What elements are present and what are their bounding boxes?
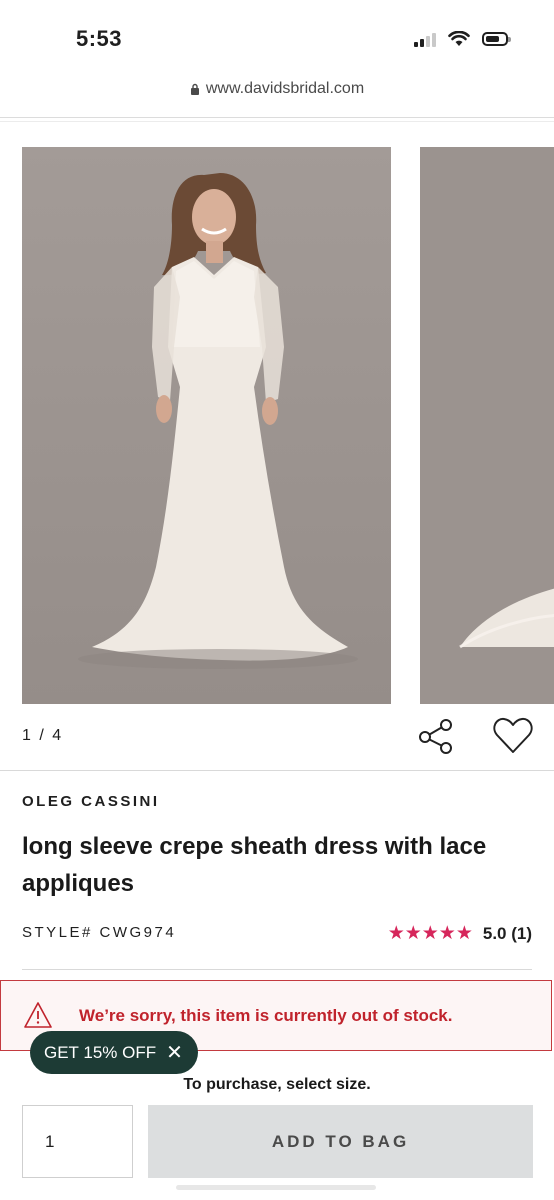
promo-label: GET 15% OFF xyxy=(44,1042,157,1062)
signal-icon xyxy=(414,31,436,47)
address-bar[interactable]: www.davidsbridal.com xyxy=(0,80,554,110)
star-rating-icons: ★★★★★ xyxy=(387,923,473,944)
promo-pill[interactable]: GET 15% OFF ✕ xyxy=(30,1031,198,1074)
info-divider xyxy=(22,969,532,970)
close-icon[interactable]: ✕ xyxy=(166,1043,183,1063)
product-image-main[interactable] xyxy=(22,147,391,704)
header-divider xyxy=(0,117,554,118)
status-bar: 5:53 xyxy=(0,0,554,76)
product-gallery[interactable] xyxy=(22,147,554,705)
lock-icon xyxy=(190,83,199,95)
section-divider xyxy=(0,770,554,771)
brand-name[interactable]: OLEG CASSINI xyxy=(22,793,160,810)
dress-detail-photo xyxy=(420,147,554,704)
add-to-bag-button[interactable]: ADD TO BAG xyxy=(148,1105,533,1178)
battery-icon xyxy=(482,32,511,46)
share-button[interactable] xyxy=(416,716,456,756)
share-icon xyxy=(419,719,452,754)
purchase-instruction: To purchase, select size. xyxy=(183,1076,371,1093)
rating-value: 5.0 (1) xyxy=(482,923,532,943)
gallery-pager: 1 / 4 xyxy=(22,727,64,744)
heart-icon xyxy=(493,717,533,753)
url-text: www.davidsbridal.com xyxy=(205,80,365,97)
wifi-icon xyxy=(448,31,470,46)
product-image-next[interactable] xyxy=(420,147,554,704)
product-title: long sleeve crepe sheath dress with lace… xyxy=(22,833,487,897)
style-number: STYLE# CWG974 xyxy=(22,924,177,941)
quantity-input[interactable]: 1 xyxy=(22,1105,133,1178)
header-divider-shadow xyxy=(0,121,554,122)
rating[interactable]: ★★★★★ 5.0 (1) xyxy=(388,922,532,945)
favorite-button[interactable] xyxy=(492,716,534,756)
bride-photo xyxy=(22,147,391,704)
alert-message: We’re sorry, this item is currently out … xyxy=(79,1006,453,1025)
status-icons xyxy=(414,31,511,47)
home-indicator[interactable] xyxy=(176,1185,376,1190)
clock: 5:53 xyxy=(76,26,123,51)
warning-icon xyxy=(24,1002,52,1028)
